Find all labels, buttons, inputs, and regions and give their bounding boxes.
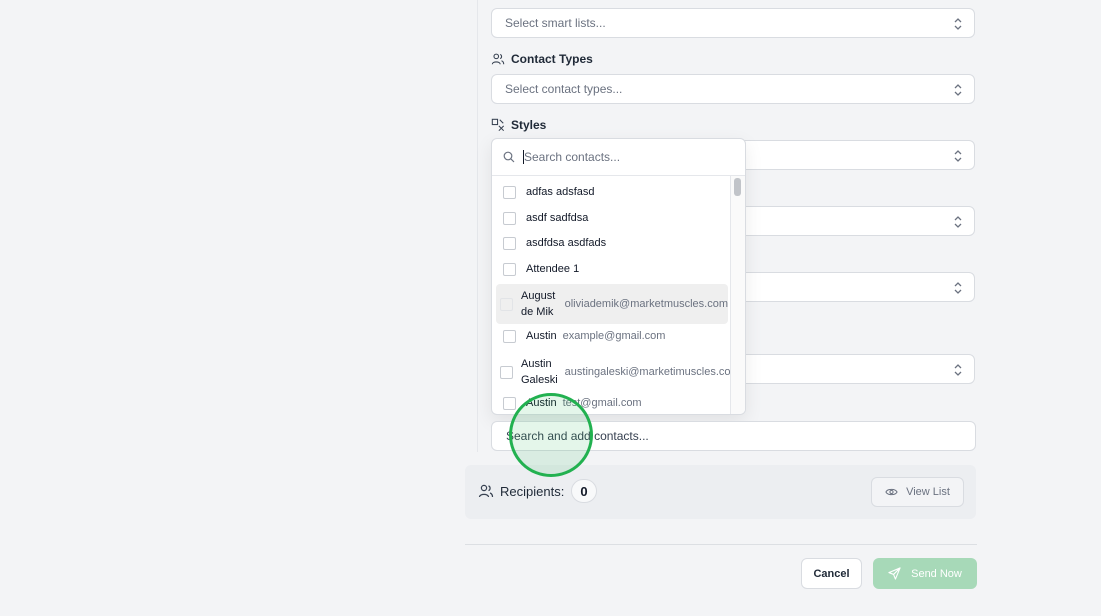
checkbox[interactable]	[503, 329, 516, 343]
scrollbar-thumb[interactable]	[734, 178, 741, 196]
users-icon	[478, 484, 494, 498]
contact-email: example@gmail.com	[562, 330, 666, 342]
eye-icon	[885, 488, 898, 496]
contact-email: test@gmail.com	[562, 397, 642, 409]
contact-types-select[interactable]: Select contact types...	[491, 74, 975, 104]
contact-types-placeholder: Select contact types...	[505, 82, 623, 96]
contact-option[interactable]: Attendee 1	[496, 259, 728, 279]
contact-name: August de Mik	[521, 290, 556, 318]
contact-search-bar	[492, 139, 745, 176]
panel-divider	[477, 0, 478, 452]
contact-option[interactable]: asdf sadfdsa	[496, 208, 728, 228]
contact-name: Austin Galeski	[521, 358, 558, 386]
add-contacts-input[interactable]: Search and add contacts...	[491, 421, 976, 451]
contact-name: Attendee 1	[526, 263, 580, 275]
contact-option[interactable]: Austin example@gmail.com	[496, 326, 728, 346]
contact-name: asdf sadfdsa	[526, 212, 589, 224]
smart-lists-select[interactable]: Select smart lists...	[491, 8, 975, 38]
send-icon	[888, 567, 901, 580]
contact-email: oliviademik@marketmuscles.com	[564, 298, 728, 310]
contact-email: austingaleski@marketimuscles.com	[564, 366, 732, 378]
send-now-button[interactable]: Send Now	[873, 558, 977, 589]
checkbox[interactable]	[503, 185, 516, 199]
contact-dropdown: adfas adsfasd asdf sadfdsa asdfdsa asdfa…	[491, 138, 746, 415]
contact-option[interactable]: August de Mik oliviademik@marketmuscles.…	[496, 284, 728, 324]
view-list-label: View List	[906, 486, 950, 498]
checkbox[interactable]	[503, 236, 516, 250]
search-icon	[503, 151, 515, 163]
contact-search-input[interactable]	[524, 150, 724, 164]
scrollbar[interactable]	[730, 176, 745, 414]
styles-label-text: Styles	[511, 118, 547, 132]
send-now-label: Send Now	[911, 567, 962, 580]
styles-icon	[491, 118, 505, 132]
styles-label: Styles	[491, 118, 546, 132]
contact-list[interactable]: adfas adsfasd asdf sadfdsa asdfdsa asdfa…	[492, 176, 732, 414]
recipients-bar: Recipients: 0 View List	[465, 465, 976, 519]
chevron-up-down-icon	[954, 18, 962, 30]
contact-types-label: Contact Types	[491, 52, 593, 66]
cancel-button[interactable]: Cancel	[801, 558, 862, 589]
users-icon	[491, 53, 505, 65]
checkbox[interactable]	[503, 211, 516, 225]
footer-divider	[465, 544, 977, 545]
chevron-up-down-icon	[954, 150, 962, 162]
contact-types-label-text: Contact Types	[511, 52, 593, 66]
smart-lists-placeholder: Select smart lists...	[505, 16, 606, 30]
checkbox[interactable]	[503, 262, 516, 276]
contact-option[interactable]: asdfdsa asdfads	[496, 233, 728, 253]
checkbox[interactable]	[500, 297, 513, 311]
contact-option[interactable]: Austin test@gmail.com	[496, 393, 728, 413]
contact-option[interactable]: adfas adsfasd	[496, 182, 728, 202]
checkbox[interactable]	[503, 396, 516, 410]
chevron-up-down-icon	[954, 84, 962, 96]
add-contacts-placeholder: Search and add contacts...	[506, 429, 649, 443]
recipients-count: 0	[571, 479, 597, 503]
contact-name: asdfdsa asdfads	[526, 237, 607, 249]
recipients-label-text: Recipients:	[500, 483, 565, 499]
chevron-up-down-icon	[954, 282, 962, 294]
chevron-up-down-icon	[954, 364, 962, 376]
chevron-up-down-icon	[954, 216, 962, 228]
contact-name: Austin	[526, 397, 557, 409]
checkbox[interactable]	[500, 365, 513, 379]
contact-name: adfas adsfasd	[526, 186, 595, 198]
view-list-button[interactable]: View List	[871, 477, 964, 507]
cancel-label: Cancel	[813, 567, 850, 580]
contact-name: Austin	[526, 330, 557, 342]
contact-option[interactable]: Austin Galeski austingaleski@marketimusc…	[496, 352, 732, 392]
recipients-label: Recipients:	[478, 483, 564, 499]
